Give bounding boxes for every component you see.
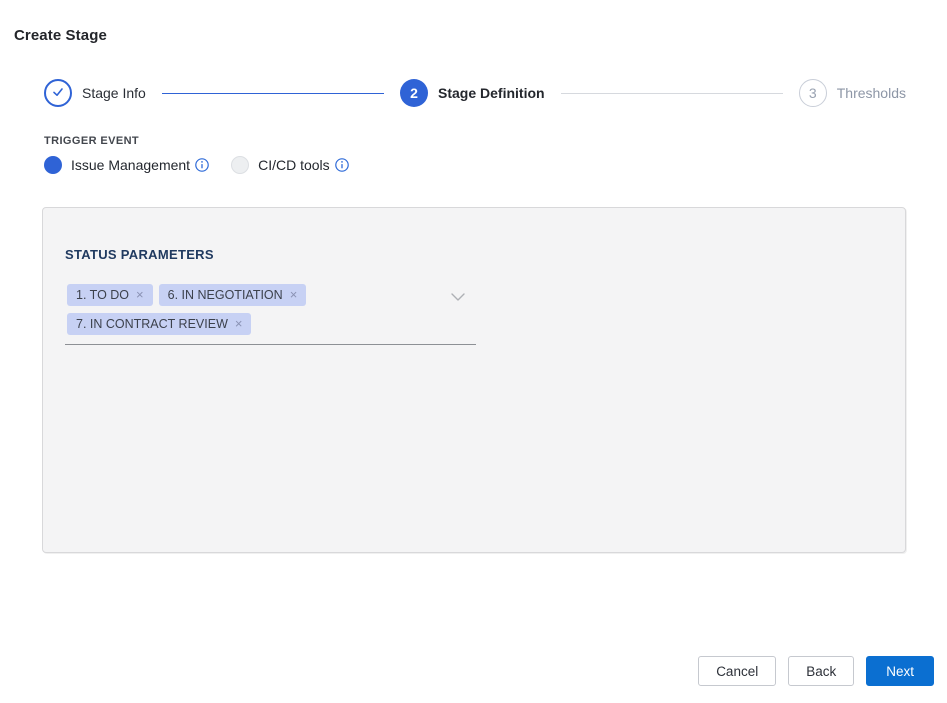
info-icon[interactable]: [335, 158, 349, 172]
radio-selected-icon[interactable]: [44, 156, 62, 174]
radio-cicd-tools[interactable]: CI/CD tools: [231, 156, 349, 174]
step-number-circle: 2: [400, 79, 428, 107]
status-chip[interactable]: 7. IN CONTRACT REVIEW ×: [67, 313, 251, 335]
chip-label: 1. TO DO: [76, 288, 129, 302]
status-chip[interactable]: 1. TO DO ×: [67, 284, 153, 306]
status-chip[interactable]: 6. IN NEGOTIATION ×: [159, 284, 307, 306]
radio-label: CI/CD tools: [258, 157, 330, 173]
stepper-step-stage-definition[interactable]: 2 Stage Definition: [400, 79, 545, 107]
step-label: Stage Definition: [438, 85, 545, 101]
chip-list: 1. TO DO × 6. IN NEGOTIATION × 7. IN CON…: [67, 284, 442, 335]
next-button[interactable]: Next: [866, 656, 934, 686]
status-parameters-label: STATUS PARAMETERS: [65, 247, 214, 262]
remove-icon[interactable]: ×: [290, 287, 298, 302]
remove-icon[interactable]: ×: [235, 316, 243, 331]
radio-unselected-icon[interactable]: [231, 156, 249, 174]
radio-label: Issue Management: [71, 157, 190, 173]
status-multiselect-field[interactable]: 1. TO DO × 6. IN NEGOTIATION × 7. IN CON…: [65, 280, 476, 345]
check-icon: [51, 85, 65, 102]
status-parameters-panel: STATUS PARAMETERS 1. TO DO × 6. IN NEGOT…: [42, 207, 906, 553]
back-button[interactable]: Back: [788, 656, 854, 686]
stepper-connector-todo: [561, 93, 783, 94]
chip-label: 6. IN NEGOTIATION: [168, 288, 283, 302]
info-icon[interactable]: [195, 158, 209, 172]
step-number-circle: 3: [799, 79, 827, 107]
trigger-event-label: TRIGGER EVENT: [44, 135, 349, 147]
stepper-step-stage-info[interactable]: Stage Info: [44, 79, 146, 107]
remove-icon[interactable]: ×: [136, 287, 144, 302]
stepper: Stage Info 2 Stage Definition 3 Threshol…: [44, 79, 906, 107]
chip-label: 7. IN CONTRACT REVIEW: [76, 317, 228, 331]
page-title: Create Stage: [14, 27, 107, 44]
chevron-down-icon[interactable]: [450, 289, 466, 307]
step-completed-circle: [44, 79, 72, 107]
trigger-event-section: TRIGGER EVENT Issue Management CI/CD too…: [44, 135, 349, 174]
step-label: Thresholds: [837, 85, 906, 101]
step-label: Stage Info: [82, 85, 146, 101]
stepper-connector-done: [162, 93, 384, 94]
cancel-button[interactable]: Cancel: [698, 656, 776, 686]
stepper-step-thresholds[interactable]: 3 Thresholds: [799, 79, 906, 107]
footer-actions: Cancel Back Next: [698, 656, 934, 686]
radio-issue-management[interactable]: Issue Management: [44, 156, 209, 174]
